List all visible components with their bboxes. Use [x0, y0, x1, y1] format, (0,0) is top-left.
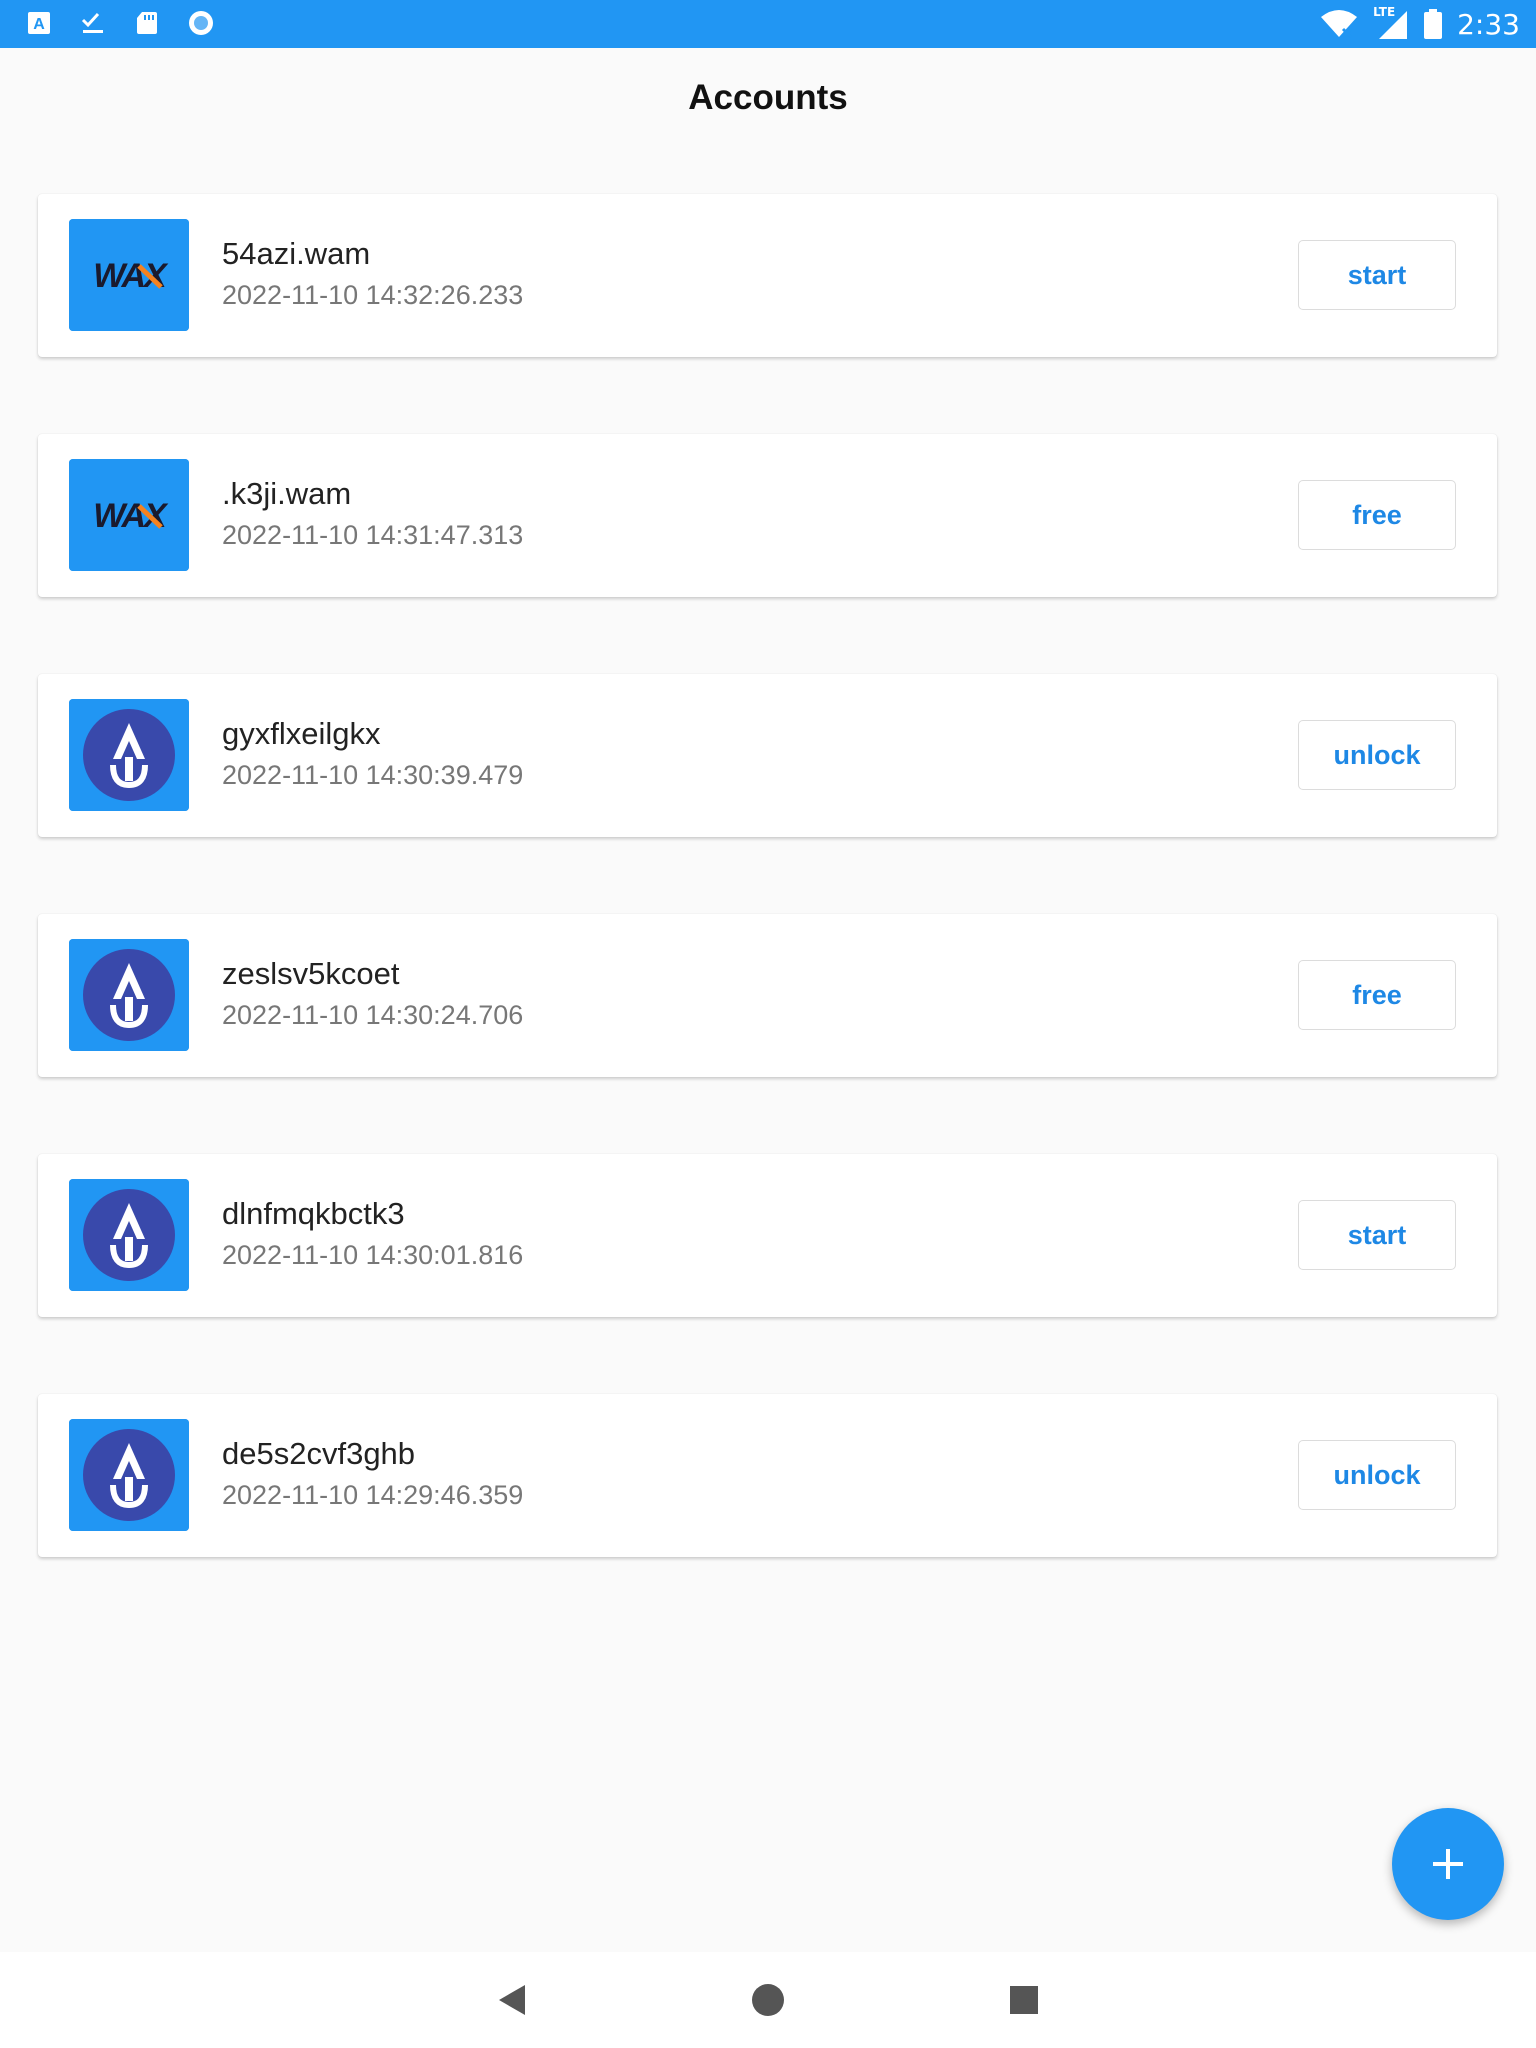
anchor-logo-icon [69, 1179, 189, 1291]
account-action-button[interactable]: start [1298, 240, 1456, 310]
account-card[interactable]: WAX .k3ji.wam 2022-11-10 14:31:47.313 fr… [38, 434, 1497, 597]
home-icon [752, 1984, 784, 2016]
account-action-button[interactable]: unlock [1298, 720, 1456, 790]
account-action-button[interactable]: free [1298, 480, 1456, 550]
account-card[interactable]: gyxflxeilgkx 2022-11-10 14:30:39.479 unl… [38, 674, 1497, 837]
status-time: 2:33 [1457, 7, 1520, 41]
plus-icon [1433, 1849, 1463, 1879]
account-timestamp: 2022-11-10 14:31:47.313 [222, 520, 524, 550]
anchor-logo-icon [69, 699, 189, 811]
account-timestamp: 2022-11-10 14:30:24.706 [222, 1000, 524, 1030]
account-card[interactable]: de5s2cvf3ghb 2022-11-10 14:29:46.359 unl… [38, 1394, 1497, 1557]
account-action-button[interactable]: unlock [1298, 1440, 1456, 1510]
signal-indicator: LTE [1373, 5, 1409, 41]
circle-app-icon [189, 11, 213, 35]
wax-logo-text: WAX [93, 257, 169, 295]
account-name: .k3ji.wam [222, 476, 352, 511]
wax-logo-icon: WAX [69, 459, 189, 571]
back-icon [499, 1985, 525, 2015]
navigation-bar [0, 1952, 1536, 2048]
status-system: LTE 2:33 [1319, 5, 1520, 42]
battery-icon [1424, 9, 1443, 39]
account-card[interactable]: dlnfmqkbctk3 2022-11-10 14:30:01.816 sta… [38, 1154, 1497, 1317]
account-card[interactable]: WAX 54azi.wam 2022-11-10 14:32:26.233 st… [38, 194, 1497, 357]
account-action-button[interactable]: free [1298, 960, 1456, 1030]
account-name: dlnfmqkbctk3 [222, 1196, 405, 1231]
add-account-button[interactable] [1392, 1808, 1504, 1920]
page-title: Accounts [688, 78, 848, 117]
sd-card-icon [137, 12, 157, 34]
wax-logo-text: WAX [93, 497, 169, 535]
anchor-logo-icon [69, 1419, 189, 1531]
anchor-logo-icon [69, 939, 189, 1051]
recents-icon [1010, 1986, 1038, 2014]
wax-logo-icon: WAX [69, 219, 189, 331]
account-card[interactable]: zeslsv5kcoet 2022-11-10 14:30:24.706 fre… [38, 914, 1497, 1077]
account-timestamp: 2022-11-10 14:30:01.816 [222, 1240, 524, 1270]
account-timestamp: 2022-11-10 14:32:26.233 [222, 280, 524, 310]
wifi-icon [1321, 10, 1358, 39]
checklist-icon [81, 12, 103, 33]
account-timestamp: 2022-11-10 14:30:39.479 [222, 760, 524, 790]
account-name: zeslsv5kcoet [222, 956, 400, 991]
signal-icon [1379, 11, 1408, 39]
back-button[interactable] [486, 1974, 538, 2026]
account-name: gyxflxeilgkx [222, 716, 381, 751]
account-name: de5s2cvf3ghb [222, 1436, 416, 1471]
account-timestamp: 2022-11-10 14:29:46.359 [222, 1480, 524, 1510]
account-name: 54azi.wam [222, 236, 371, 271]
home-button[interactable] [742, 1974, 794, 2026]
svg-text:A: A [33, 16, 45, 33]
account-action-button[interactable]: start [1298, 1200, 1456, 1270]
a-notification-icon: A [28, 12, 50, 34]
status-bar: A LTE 2:33 [0, 0, 1536, 48]
recents-button[interactable] [998, 1974, 1050, 2026]
status-notifications: A [26, 10, 214, 36]
